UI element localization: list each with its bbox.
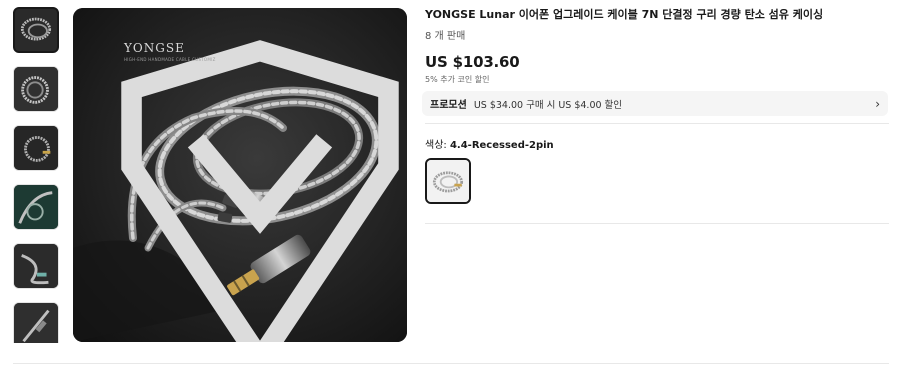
thumbnail-5[interactable] [13, 243, 59, 289]
variant-label: 색상: [425, 140, 450, 151]
main-product-image[interactable]: YONGSE HIGH-END HANDMADE CABLE CUSTOMIZ [73, 8, 407, 342]
promotion-label: 프로모션 [430, 100, 467, 111]
divider [425, 123, 889, 124]
thumbnail-2[interactable] [13, 66, 59, 112]
thumbnail-4[interactable] [13, 184, 59, 230]
sold-count: 8 개 판매 [425, 31, 466, 42]
product-price: US $103.60 [425, 53, 520, 71]
thumbnail-1[interactable] [13, 7, 59, 53]
thumbnail-strip [13, 7, 61, 343]
brand-watermark: YONGSE [124, 41, 185, 55]
cable-swatch-image [427, 160, 469, 202]
section-divider [13, 363, 889, 364]
coin-discount: 5% 추가 코인 할인 [425, 75, 490, 84]
chevron-right-icon: › [875, 96, 880, 111]
divider [425, 223, 889, 224]
variant-swatch[interactable] [425, 158, 471, 204]
brand-tagline: HIGH-END HANDMADE CABLE CUSTOMIZ [124, 57, 216, 62]
promotion-bar[interactable]: 프로모션 US $34.00 구매 시 US $4.00 할인 › [422, 91, 888, 116]
product-info-panel: YONGSE Lunar 이어폰 업그레이드 케이블 7N 단결정 구리 경량 … [422, 8, 889, 224]
variant-label-row: 색상: 4.4-Recessed-2pin [425, 136, 554, 151]
product-title: YONGSE Lunar 이어폰 업그레이드 케이블 7N 단결정 구리 경량 … [425, 8, 824, 21]
thumbnail-3[interactable] [13, 125, 59, 171]
promotion-text: US $34.00 구매 시 US $4.00 할인 [473, 99, 623, 111]
yongse-logo-icon [121, 40, 399, 342]
variant-selected-value: 4.4-Recessed-2pin [449, 140, 554, 151]
thumbnail-6[interactable] [13, 302, 59, 343]
